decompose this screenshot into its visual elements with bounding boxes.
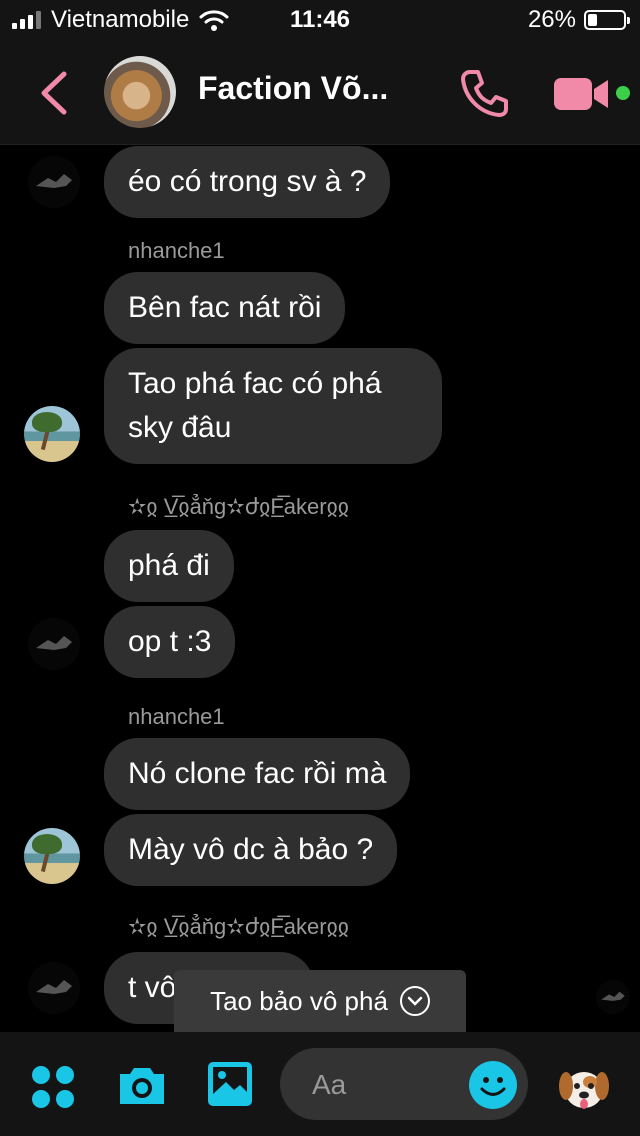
- video-call-icon[interactable]: [552, 74, 612, 114]
- new-message-toast[interactable]: Tao bảo vô phá: [174, 970, 466, 1032]
- message-bubble[interactable]: op t :3: [104, 606, 236, 678]
- conversation-header: Faction Võ...: [0, 40, 640, 145]
- sender-name: nhanche1: [128, 704, 225, 729]
- message-input[interactable]: [310, 1064, 464, 1106]
- phone-call-icon[interactable]: [458, 66, 512, 120]
- message-bubble[interactable]: phá đi: [104, 530, 234, 602]
- sender-avatar[interactable]: [24, 828, 80, 884]
- emoji-icon[interactable]: [468, 1060, 518, 1110]
- apps-menu-icon[interactable]: [32, 1066, 76, 1110]
- sender-avatar[interactable]: [28, 618, 80, 670]
- battery-percent: 26%: [527, 6, 576, 33]
- conversation-title[interactable]: Faction Võ...: [198, 70, 438, 107]
- back-arrow-icon[interactable]: [34, 70, 74, 116]
- sender-name: ✫ჲ V̲̅ჲẳňg✫ժჲF̲̅akerჲჲ: [128, 494, 349, 519]
- sender-avatar[interactable]: [24, 406, 80, 462]
- sender-avatar[interactable]: [28, 156, 80, 208]
- sender-name: ✫ჲ V̲̅ჲẳňg✫ժჲF̲̅akerჲჲ: [128, 914, 349, 939]
- status-bar: Vietnamobile 11:46 26%: [0, 0, 640, 40]
- message-list[interactable]: éo có trong sv à ? nhanche1 Bên fac nát …: [0, 144, 640, 1032]
- message-bubble[interactable]: Tao phá fac có phá sky đâu: [104, 348, 442, 464]
- group-avatar[interactable]: [104, 56, 176, 128]
- dog-emoji-icon[interactable]: [556, 1060, 612, 1116]
- sender-avatar[interactable]: [28, 962, 80, 1014]
- battery-status: 26%: [527, 6, 630, 34]
- read-receipt-avatar: [596, 980, 630, 1014]
- message-bubble[interactable]: éo có trong sv à ?: [104, 146, 391, 218]
- message-bubble[interactable]: Mày vô dc à bảo ?: [104, 814, 398, 886]
- toast-text: Tao bảo vô phá: [210, 985, 388, 1016]
- sender-name: nhanche1: [128, 238, 225, 263]
- composer-bar: [0, 1032, 640, 1136]
- message-bubble[interactable]: Nó clone fac rồi mà: [104, 738, 411, 810]
- online-indicator: [616, 86, 630, 100]
- camera-icon[interactable]: [116, 1064, 168, 1106]
- chevron-down-icon: [399, 986, 430, 1016]
- message-bubble[interactable]: Bên fac nát rồi: [104, 272, 346, 344]
- battery-icon: [584, 10, 630, 30]
- gallery-icon[interactable]: [206, 1060, 254, 1108]
